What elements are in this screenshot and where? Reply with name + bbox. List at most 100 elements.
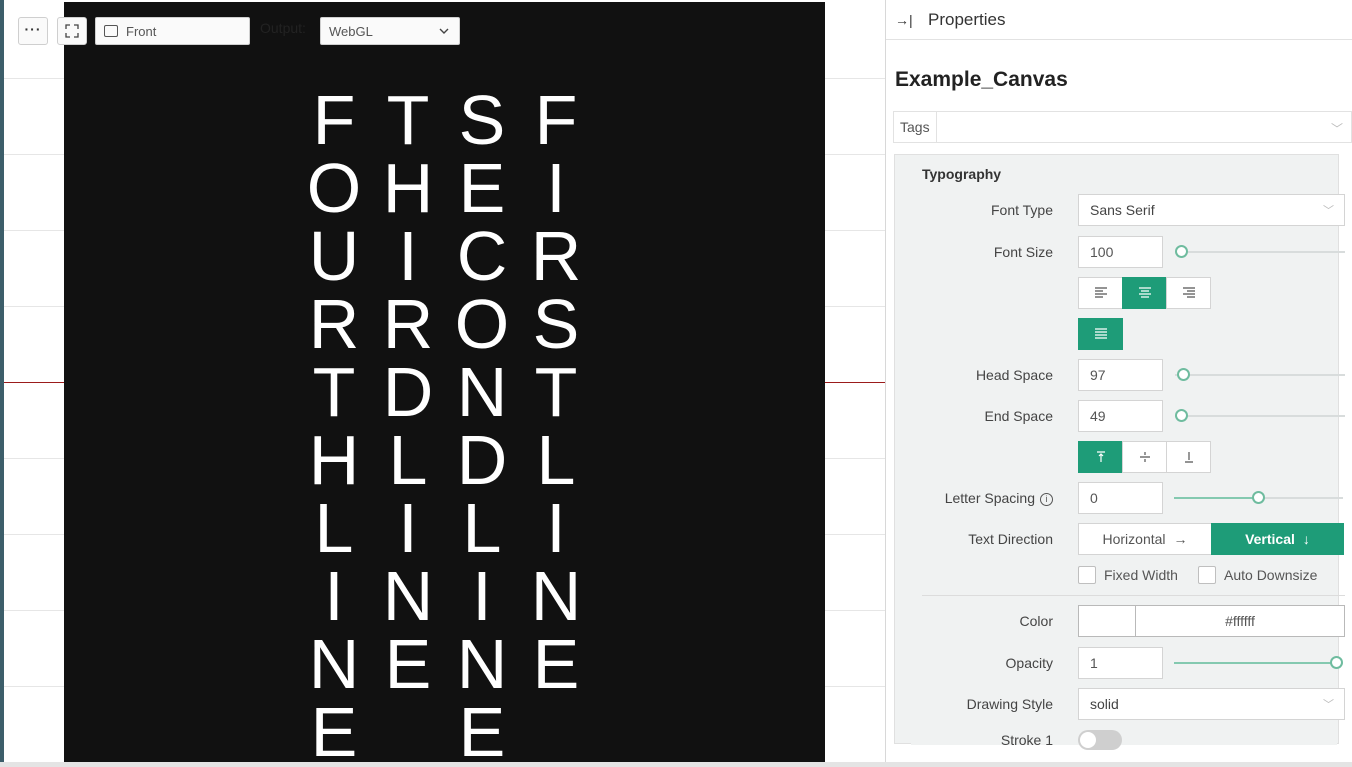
slider-fill bbox=[1174, 662, 1336, 664]
canvas-letter: T bbox=[312, 353, 356, 431]
canvas-letter: L bbox=[536, 421, 576, 499]
slider-knob[interactable] bbox=[1177, 368, 1190, 381]
head-space-slider[interactable] bbox=[1175, 368, 1345, 381]
head-space-input[interactable]: 97 bbox=[1078, 359, 1163, 391]
font-size-label: Font Size bbox=[993, 244, 1053, 260]
canvas-letter: O bbox=[306, 149, 362, 227]
canvas-letter: H bbox=[382, 149, 434, 227]
canvas-letter: O bbox=[454, 285, 510, 363]
align-justify-icon bbox=[1094, 328, 1107, 339]
fixed-width-label: Fixed Width bbox=[1104, 567, 1178, 583]
typography-section: Typography Font Type Sans Serif ﹀ Font S… bbox=[894, 154, 1345, 750]
canvas-letter: F bbox=[534, 81, 578, 159]
text-direction-label: Text Direction bbox=[968, 531, 1053, 547]
canvas-preview[interactable]: FOURTHLINE THIRDLINE SECONDLINE FIRSTLIN… bbox=[64, 2, 825, 763]
align-left-icon bbox=[1094, 287, 1107, 298]
fullscreen-icon bbox=[65, 24, 79, 38]
checkbox-box[interactable] bbox=[1198, 566, 1216, 584]
end-space-input[interactable]: 49 bbox=[1078, 400, 1163, 432]
canvas-letter: N bbox=[382, 557, 434, 635]
horizontal-direction-button[interactable]: Horizontal → bbox=[1078, 523, 1212, 555]
canvas-letter: D bbox=[382, 353, 434, 431]
properties-panel: →| Properties Example_Canvas Tags ﹀ Typo… bbox=[886, 0, 1352, 762]
vertical-align-group bbox=[1078, 441, 1211, 473]
letter-spacing-input[interactable]: 0 bbox=[1078, 482, 1163, 514]
canvas-letter: L bbox=[388, 421, 428, 499]
text-line-fourth: FOURTHLINE bbox=[304, 85, 364, 763]
toggle-knob bbox=[1080, 732, 1096, 748]
color-swatch[interactable] bbox=[1079, 606, 1136, 636]
font-type-select[interactable]: Sans Serif ﹀ bbox=[1078, 194, 1345, 226]
opacity-slider[interactable] bbox=[1174, 656, 1343, 669]
stroke-toggle[interactable] bbox=[1078, 730, 1122, 750]
horizontal-label: Horizontal bbox=[1102, 531, 1166, 547]
opacity-input[interactable]: 1 bbox=[1078, 647, 1163, 679]
align-middle-icon bbox=[1139, 452, 1150, 462]
slider-knob[interactable] bbox=[1175, 245, 1188, 258]
canvas-letter: D bbox=[456, 421, 508, 499]
vertical-direction-button[interactable]: Vertical ↓ bbox=[1211, 523, 1344, 555]
letter-spacing-label: Letter Spacing i bbox=[945, 490, 1053, 506]
align-top-icon bbox=[1096, 451, 1105, 462]
justify-group bbox=[1078, 318, 1123, 350]
fullscreen-button[interactable] bbox=[57, 17, 87, 45]
end-space-slider[interactable] bbox=[1175, 409, 1345, 422]
end-space-label: End Space bbox=[984, 408, 1054, 424]
output-select[interactable]: WebGL bbox=[320, 17, 460, 45]
more-options-button[interactable]: ··· bbox=[18, 17, 48, 45]
font-size-slider[interactable] bbox=[1175, 245, 1345, 258]
font-type-value: Sans Serif bbox=[1090, 202, 1155, 218]
camera-select[interactable]: Front bbox=[95, 17, 250, 45]
chevron-down-icon[interactable]: ﹀ bbox=[1331, 120, 1343, 137]
canvas-letter: I bbox=[472, 557, 492, 635]
color-hex[interactable]: #ffffff bbox=[1136, 606, 1344, 636]
drawing-style-value: solid bbox=[1090, 696, 1119, 712]
output-value: WebGL bbox=[329, 23, 373, 39]
drawing-style-select[interactable]: solid ﹀ bbox=[1078, 688, 1345, 720]
chevron-down-icon bbox=[439, 28, 449, 34]
slider-knob[interactable] bbox=[1330, 656, 1343, 669]
canvas-letter: S bbox=[458, 81, 506, 159]
align-middle-button[interactable] bbox=[1122, 441, 1167, 473]
canvas-letter: L bbox=[314, 489, 354, 567]
canvas-letter: T bbox=[534, 353, 578, 431]
align-right-button[interactable] bbox=[1166, 277, 1211, 309]
text-line-second: SECONDLINE bbox=[452, 81, 512, 763]
viewport[interactable]: FOURTHLINE THIRDLINE SECONDLINE FIRSTLIN… bbox=[0, 0, 886, 767]
align-left-button[interactable] bbox=[1078, 277, 1123, 309]
canvas-letter: E bbox=[458, 693, 506, 763]
head-space-label: Head Space bbox=[975, 367, 1053, 383]
letter-spacing-slider[interactable] bbox=[1174, 491, 1343, 504]
drawing-style-label: Drawing Style bbox=[966, 696, 1053, 712]
bottom-status-bar bbox=[0, 762, 1352, 767]
align-center-button[interactable] bbox=[1122, 277, 1167, 309]
collapse-panel-icon[interactable]: →| bbox=[895, 12, 917, 28]
align-bottom-icon bbox=[1184, 452, 1193, 463]
text-line-first: FIRSTLINE bbox=[526, 81, 586, 703]
opacity-label: Opacity bbox=[1005, 655, 1053, 671]
info-icon[interactable]: i bbox=[1040, 493, 1053, 506]
arrow-right-icon: → bbox=[1173, 531, 1188, 547]
align-bottom-button[interactable] bbox=[1166, 441, 1211, 473]
slider-knob[interactable] bbox=[1175, 409, 1188, 422]
panel-header: →| Properties bbox=[886, 0, 1352, 40]
canvas-letter: N bbox=[308, 625, 360, 703]
canvas-letter: E bbox=[532, 625, 580, 703]
text-line-third: THIRDLINE bbox=[378, 85, 438, 703]
object-name: Example_Canvas bbox=[895, 68, 1068, 91]
color-picker[interactable]: #ffffff bbox=[1078, 605, 1345, 637]
camera-icon bbox=[104, 25, 118, 37]
fixed-width-checkbox[interactable]: Fixed Width bbox=[1078, 566, 1178, 584]
checkbox-box[interactable] bbox=[1078, 566, 1096, 584]
slider-fill bbox=[1174, 497, 1258, 499]
auto-downsize-checkbox[interactable]: Auto Downsize bbox=[1198, 566, 1317, 584]
align-top-button[interactable] bbox=[1078, 441, 1123, 473]
tags-input[interactable] bbox=[936, 112, 1352, 142]
canvas-letter: E bbox=[384, 625, 432, 703]
font-size-input[interactable]: 100 bbox=[1078, 236, 1163, 268]
left-edge-strip bbox=[0, 0, 4, 767]
slider-knob[interactable] bbox=[1252, 491, 1265, 504]
align-justify-button[interactable] bbox=[1078, 318, 1123, 350]
canvas-letter: N bbox=[530, 557, 582, 635]
arrow-down-icon: ↓ bbox=[1302, 531, 1310, 547]
